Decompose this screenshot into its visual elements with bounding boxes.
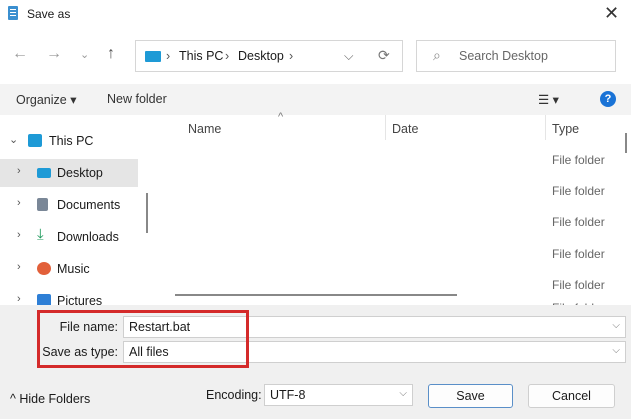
hide-folders-button[interactable]: ^ Hide Folders — [10, 392, 90, 406]
breadcrumb-separator: › — [289, 49, 294, 63]
sidebar-item-label: Documents — [57, 198, 121, 212]
new-folder-button[interactable]: New folder — [107, 92, 167, 106]
back-button[interactable]: ← — [12, 45, 28, 63]
address-bar[interactable]: › This PC › Desktop › ⌵ ⟳ — [135, 40, 403, 72]
list-item[interactable]: File folder — [552, 247, 605, 261]
refresh-icon[interactable]: ⟳ — [378, 47, 390, 64]
breadcrumb-separator: › — [166, 49, 171, 63]
cancel-button[interactable]: Cancel — [528, 384, 615, 408]
chevron-right-icon[interactable]: › — [17, 293, 21, 305]
file-list: ^ Name Date Type File folder File folder… — [155, 111, 631, 305]
chevron-down-icon[interactable]: ⌄ — [9, 133, 18, 146]
list-item[interactable]: File folder — [552, 153, 605, 167]
search-icon: ⌕ — [433, 47, 441, 63]
highlight-box — [37, 310, 249, 368]
search-placeholder: Search Desktop — [459, 49, 548, 63]
sidebar-item-label: Desktop — [57, 166, 103, 180]
title-bar: Save as ✕ — [0, 0, 631, 30]
sidebar-item-desktop[interactable]: › Desktop — [0, 159, 138, 187]
encoding-select[interactable]: UTF-8 ⌵ — [264, 384, 413, 406]
sort-indicator-icon: ^ — [278, 111, 284, 123]
download-icon: ⤓ — [37, 226, 44, 243]
vertical-scrollbar[interactable] — [625, 133, 627, 153]
list-item[interactable]: File folder — [552, 184, 605, 198]
encoding-value: UTF-8 — [270, 388, 306, 402]
column-name[interactable]: Name — [188, 122, 221, 136]
toolbar: Organize ▾ New folder ☰ ▾ — [0, 84, 631, 115]
chevron-down-icon[interactable]: ⌵ — [612, 345, 620, 356]
notepad-icon — [8, 6, 18, 20]
save-button[interactable]: Save — [428, 384, 513, 408]
sidebar-item-label: Downloads — [57, 230, 119, 244]
column-date[interactable]: Date — [392, 122, 418, 136]
monitor-icon — [28, 134, 42, 147]
address-dropdown-icon[interactable]: ⌵ — [344, 49, 353, 64]
breadcrumb-this-pc[interactable]: This PC — [179, 49, 223, 63]
breadcrumb-separator: › — [225, 49, 230, 63]
organize-button[interactable]: Organize ▾ — [16, 92, 76, 107]
window-title: Save as — [27, 7, 71, 21]
chevron-right-icon[interactable]: › — [17, 165, 21, 177]
sidebar-item-downloads[interactable]: › ⤓ Downloads — [0, 223, 138, 251]
chevron-right-icon[interactable]: › — [17, 261, 21, 273]
list-item[interactable]: File folder — [552, 278, 605, 292]
search-input[interactable]: ⌕ Search Desktop — [416, 40, 616, 72]
up-button[interactable]: ↑ — [107, 45, 115, 63]
sidebar-item-label: This PC — [49, 134, 94, 148]
sidebar-item-this-pc[interactable]: ⌄ This PC — [0, 127, 138, 155]
sidebar-item-music[interactable]: › Music — [0, 255, 138, 283]
chevron-down-icon[interactable]: ⌵ — [399, 388, 407, 399]
encoding-label: Encoding: — [206, 388, 262, 402]
desktop-icon — [37, 168, 51, 178]
breadcrumb-desktop[interactable]: Desktop — [238, 49, 284, 63]
help-icon[interactable]: ? — [600, 91, 616, 107]
sidebar-item-label: Music — [57, 262, 90, 276]
close-button[interactable]: ✕ — [604, 3, 619, 24]
this-pc-icon — [145, 51, 161, 62]
navigation-pane: ⌄ This PC › Desktop › Documents › ⤓ Down… — [0, 115, 146, 308]
chevron-down-icon[interactable]: ⌵ — [612, 320, 620, 331]
documents-icon — [37, 198, 48, 211]
sidebar-scrollbar[interactable] — [146, 193, 148, 233]
list-item[interactable]: File folder — [552, 215, 605, 229]
chevron-right-icon[interactable]: › — [17, 229, 21, 241]
view-options-button[interactable]: ☰ ▾ — [538, 92, 559, 107]
horizontal-scrollbar[interactable] — [175, 294, 457, 296]
forward-button[interactable]: → — [46, 45, 62, 63]
music-icon — [37, 262, 51, 275]
chevron-right-icon[interactable]: › — [17, 197, 21, 209]
recent-locations-button[interactable]: ⌄ — [80, 48, 89, 61]
column-type[interactable]: Type — [552, 122, 579, 136]
sidebar-item-documents[interactable]: › Documents — [0, 191, 138, 219]
